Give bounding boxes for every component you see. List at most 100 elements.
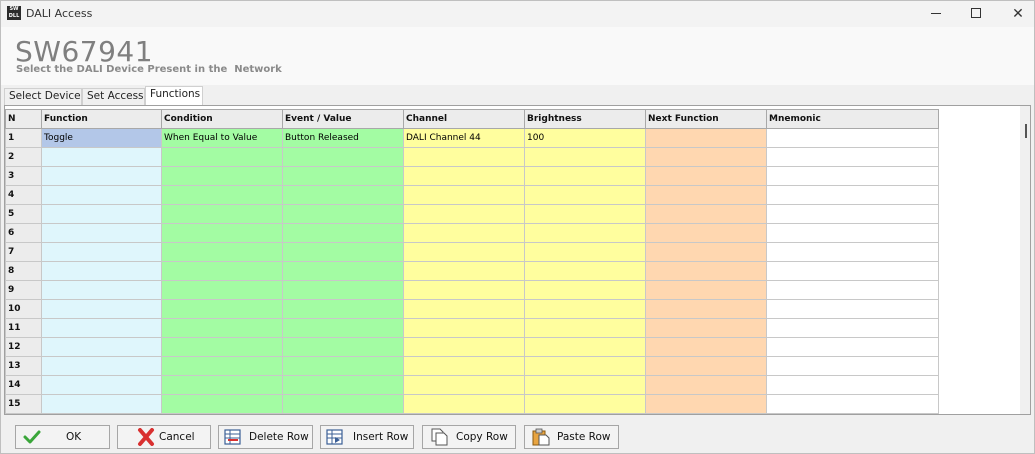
cell-event-value[interactable] <box>282 356 404 376</box>
cell-event-value[interactable] <box>282 318 404 338</box>
cell-next-function[interactable] <box>645 394 767 414</box>
cell-n[interactable]: 12 <box>5 337 42 357</box>
cell-n[interactable]: 16 <box>5 413 42 414</box>
cell-next-function[interactable] <box>645 128 767 148</box>
cell-n[interactable]: 1 <box>5 128 42 148</box>
cell-condition[interactable] <box>161 242 283 262</box>
column-header-n[interactable]: N <box>5 109 42 129</box>
cell-brightness[interactable] <box>524 375 646 395</box>
column-header-condition[interactable]: Condition <box>161 109 283 129</box>
cell-brightness[interactable]: 100 <box>524 128 646 148</box>
copy-row-button[interactable]: Copy Row <box>422 425 516 449</box>
cell-brightness[interactable] <box>524 356 646 376</box>
cell-mnemonic[interactable] <box>766 299 939 319</box>
cell-condition[interactable] <box>161 166 283 186</box>
cell-brightness[interactable] <box>524 223 646 243</box>
column-header-next-function[interactable]: Next Function <box>645 109 767 129</box>
cell-n[interactable]: 9 <box>5 280 42 300</box>
cell-n[interactable]: 13 <box>5 356 42 376</box>
cell-event-value[interactable] <box>282 375 404 395</box>
cell-n[interactable]: 7 <box>5 242 42 262</box>
cell-channel[interactable] <box>403 318 525 338</box>
cell-event-value[interactable] <box>282 242 404 262</box>
cell-channel[interactable] <box>403 413 525 414</box>
cell-next-function[interactable] <box>645 223 767 243</box>
cell-function[interactable] <box>41 318 162 338</box>
cell-n[interactable]: 14 <box>5 375 42 395</box>
cell-mnemonic[interactable] <box>766 318 939 338</box>
cell-brightness[interactable] <box>524 147 646 167</box>
cell-next-function[interactable] <box>645 318 767 338</box>
scrollbar-thumb[interactable] <box>1025 124 1027 138</box>
cell-mnemonic[interactable] <box>766 280 939 300</box>
tab-functions[interactable]: Functions <box>145 86 203 105</box>
column-header-brightness[interactable]: Brightness <box>524 109 646 129</box>
cell-channel[interactable] <box>403 185 525 205</box>
cell-condition[interactable] <box>161 413 283 414</box>
cell-next-function[interactable] <box>645 166 767 186</box>
column-header-function[interactable]: Function <box>41 109 162 129</box>
cell-brightness[interactable] <box>524 185 646 205</box>
cell-mnemonic[interactable] <box>766 223 939 243</box>
cell-mnemonic[interactable] <box>766 394 939 414</box>
cell-condition[interactable] <box>161 223 283 243</box>
cell-event-value[interactable] <box>282 185 404 205</box>
cell-channel[interactable] <box>403 223 525 243</box>
cell-channel[interactable] <box>403 299 525 319</box>
cell-brightness[interactable] <box>524 337 646 357</box>
cell-next-function[interactable] <box>645 413 767 414</box>
cell-next-function[interactable] <box>645 356 767 376</box>
cell-brightness[interactable] <box>524 318 646 338</box>
cell-n[interactable]: 11 <box>5 318 42 338</box>
cell-function[interactable] <box>41 299 162 319</box>
cell-channel[interactable] <box>403 204 525 224</box>
cell-mnemonic[interactable] <box>766 147 939 167</box>
cell-mnemonic[interactable] <box>766 128 939 148</box>
cell-channel[interactable] <box>403 261 525 281</box>
cell-channel[interactable] <box>403 166 525 186</box>
cell-event-value[interactable] <box>282 261 404 281</box>
cell-event-value[interactable] <box>282 299 404 319</box>
cell-function[interactable] <box>41 242 162 262</box>
cell-event-value[interactable] <box>282 223 404 243</box>
cell-next-function[interactable] <box>645 299 767 319</box>
cell-mnemonic[interactable] <box>766 337 939 357</box>
cell-channel[interactable] <box>403 242 525 262</box>
vertical-scrollbar[interactable] <box>1020 106 1030 414</box>
cell-function[interactable] <box>41 356 162 376</box>
cell-next-function[interactable] <box>645 185 767 205</box>
cell-condition[interactable] <box>161 147 283 167</box>
tab-set-access[interactable]: Set Access <box>82 88 145 105</box>
cell-mnemonic[interactable] <box>766 242 939 262</box>
cell-condition[interactable] <box>161 204 283 224</box>
cell-condition[interactable] <box>161 280 283 300</box>
cell-event-value[interactable] <box>282 337 404 357</box>
cell-mnemonic[interactable] <box>766 204 939 224</box>
cell-brightness[interactable] <box>524 166 646 186</box>
cell-mnemonic[interactable] <box>766 166 939 186</box>
cell-event-value[interactable] <box>282 166 404 186</box>
cell-channel[interactable] <box>403 147 525 167</box>
cell-event-value[interactable] <box>282 147 404 167</box>
cell-mnemonic[interactable] <box>766 413 939 414</box>
cell-n[interactable]: 6 <box>5 223 42 243</box>
cell-event-value[interactable] <box>282 280 404 300</box>
cell-function[interactable] <box>41 147 162 167</box>
cell-n[interactable]: 15 <box>5 394 42 414</box>
cell-brightness[interactable] <box>524 299 646 319</box>
cell-channel[interactable]: DALI Channel 44 <box>403 128 525 148</box>
paste-row-button[interactable]: Paste Row <box>524 425 619 449</box>
cell-mnemonic[interactable] <box>766 375 939 395</box>
cell-n[interactable]: 4 <box>5 185 42 205</box>
cell-brightness[interactable] <box>524 280 646 300</box>
cell-condition[interactable] <box>161 337 283 357</box>
cell-brightness[interactable] <box>524 261 646 281</box>
cell-condition[interactable] <box>161 261 283 281</box>
cell-next-function[interactable] <box>645 375 767 395</box>
column-header-mnemonic[interactable]: Mnemonic <box>766 109 939 129</box>
cell-n[interactable]: 10 <box>5 299 42 319</box>
close-button[interactable]: ✕ <box>995 1 1035 27</box>
cell-channel[interactable] <box>403 337 525 357</box>
column-header-channel[interactable]: Channel <box>403 109 525 129</box>
cell-condition[interactable] <box>161 356 283 376</box>
